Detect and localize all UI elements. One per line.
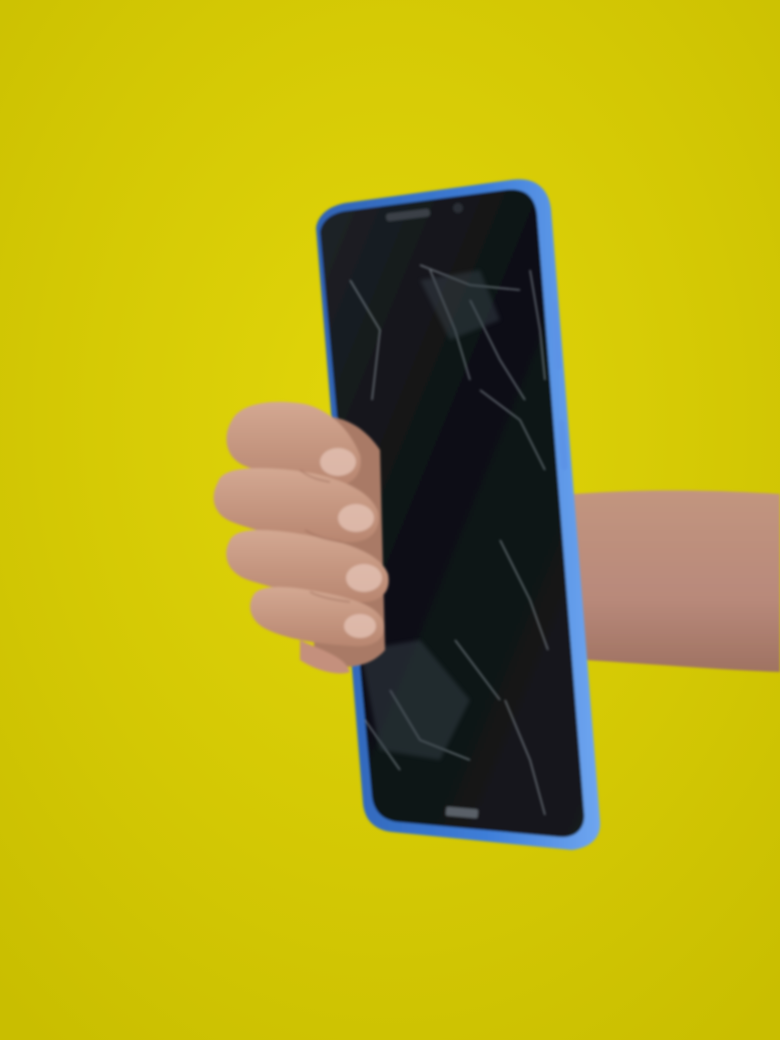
nail-middle (338, 504, 374, 532)
forearm (560, 490, 780, 672)
photo-canvas (0, 0, 780, 1040)
nail-index (320, 448, 356, 476)
phone-front-camera (453, 203, 463, 213)
photo-scene (0, 0, 780, 1040)
nail-little (344, 614, 376, 638)
nail-ring (346, 564, 382, 592)
